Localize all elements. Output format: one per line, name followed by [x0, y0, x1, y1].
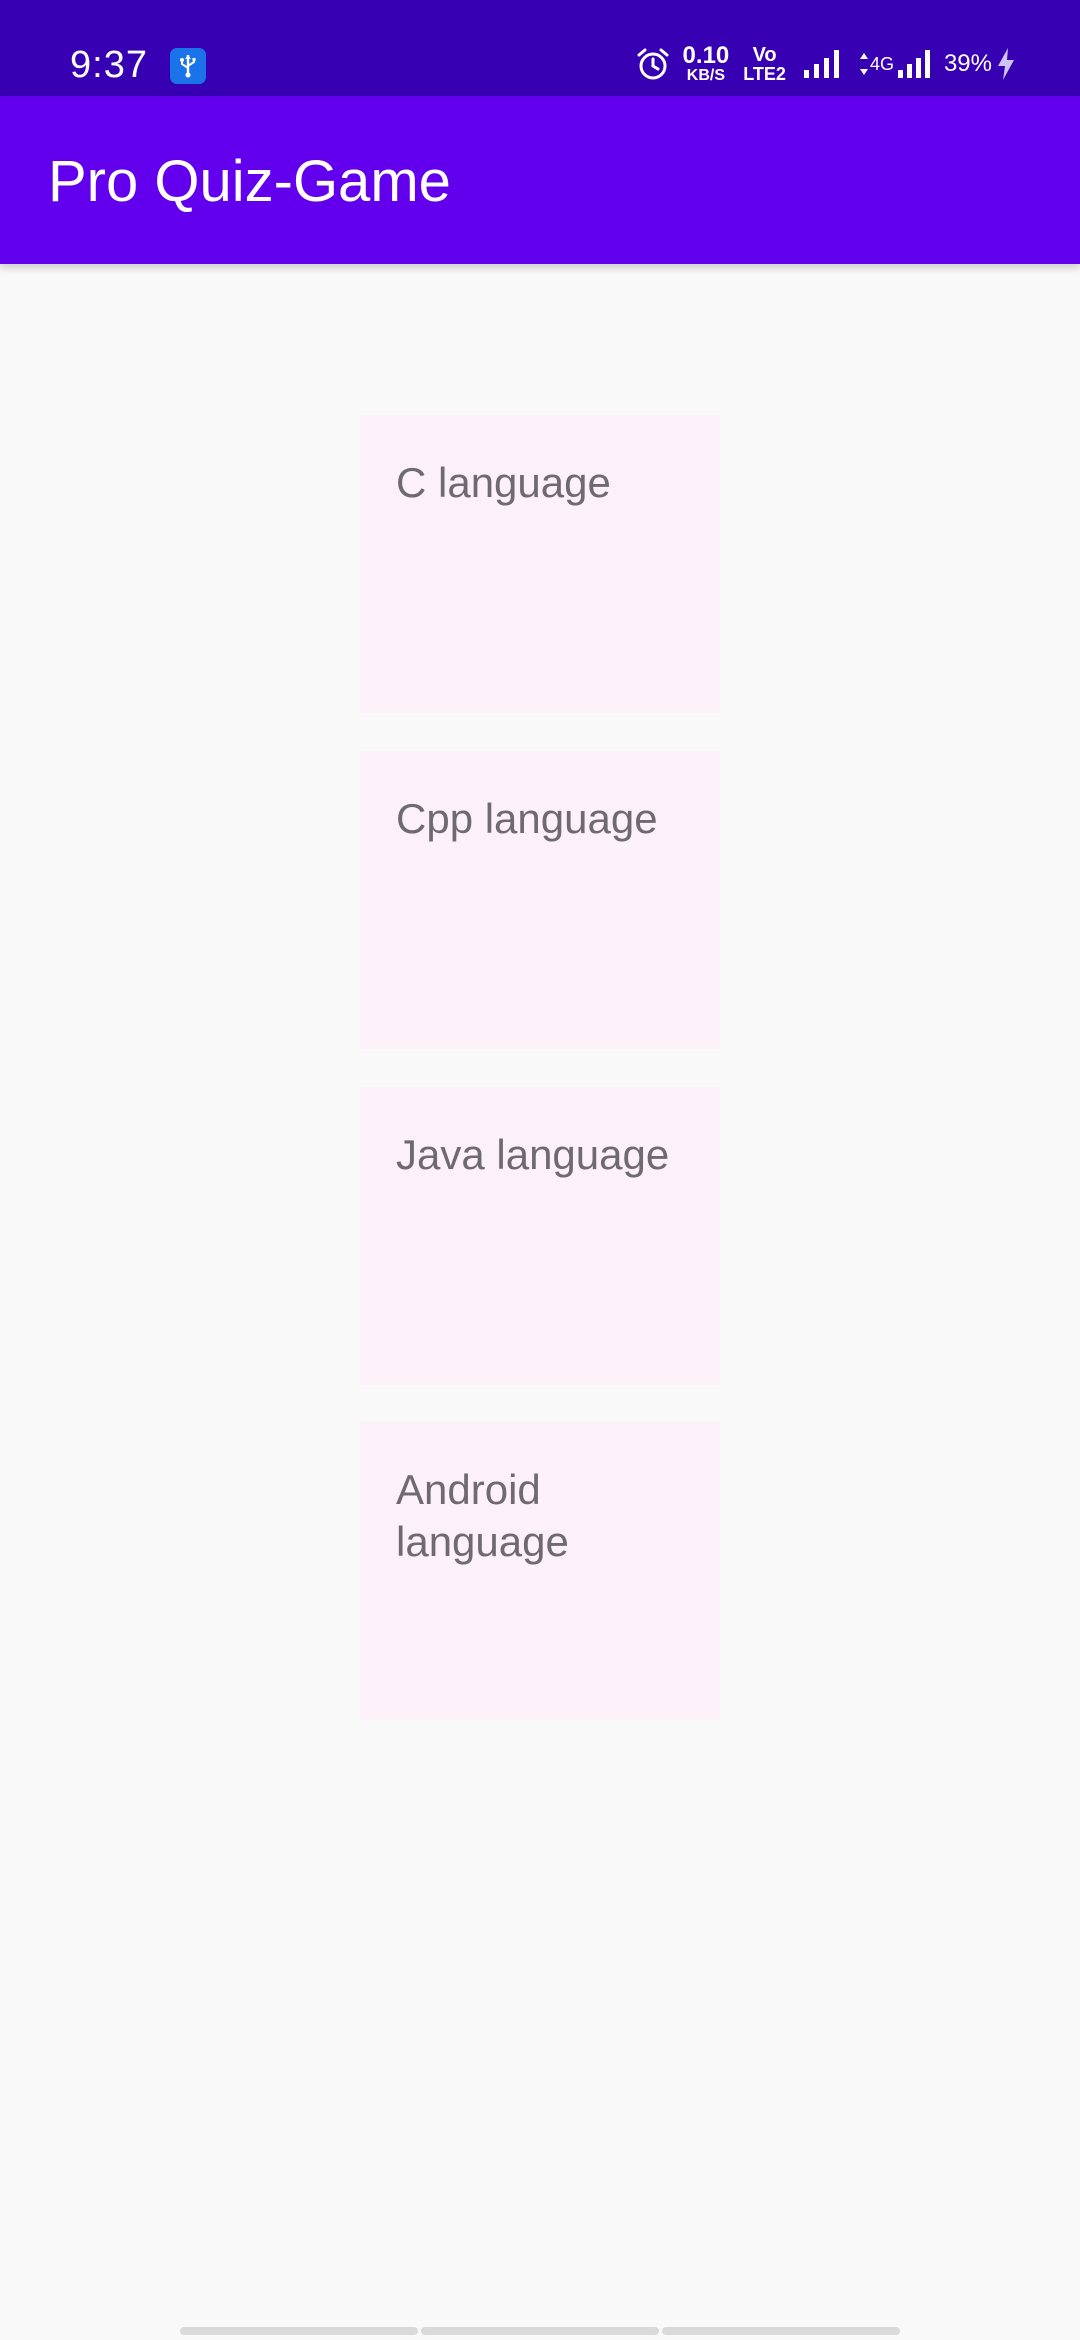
category-label: C language	[396, 459, 611, 506]
data-arrows-icon	[859, 53, 868, 75]
network-speed: 0.10 KB/S	[683, 44, 730, 84]
gesture-segment	[180, 2327, 418, 2335]
category-card-android[interactable]: Android language	[360, 1422, 720, 1720]
category-card-c[interactable]: C language	[360, 415, 720, 713]
battery-percent: 39%	[943, 50, 992, 77]
network-type-label: 4G	[869, 53, 894, 74]
network-speed-value: 0.10	[682, 42, 730, 69]
signal-strength-icon	[803, 50, 839, 78]
usb-icon	[170, 48, 206, 84]
status-bar: 9:37 0.10 KB/S Vo LTE2 4G 39%	[0, 0, 1080, 96]
bolt-icon	[998, 48, 1014, 80]
status-indicators: 0.10 KB/S Vo LTE2 4G 39%	[635, 40, 1016, 88]
gesture-segment	[421, 2327, 659, 2335]
volte-top-label: Vo	[752, 44, 777, 66]
category-label: Android language	[396, 1466, 569, 1565]
mobile-data-indicator: 4G	[858, 48, 932, 80]
app-bar: Pro Quiz-Game	[0, 96, 1080, 264]
category-label: Cpp language	[396, 795, 658, 842]
gesture-segment	[662, 2327, 900, 2335]
volte-indicator: Vo LTE2	[743, 45, 786, 83]
category-label: Java language	[396, 1131, 670, 1178]
category-card-java[interactable]: Java language	[360, 1087, 720, 1385]
volte-bottom-label: LTE2	[743, 64, 786, 84]
screen: 9:37 0.10 KB/S Vo LTE2 4G 39% Pro Quiz-G…	[0, 0, 1080, 2340]
network-speed-unit: KB/S	[686, 67, 726, 84]
status-time: 9:37	[70, 44, 148, 86]
alarm-icon	[637, 48, 669, 80]
gesture-navigation-bar[interactable]	[180, 2327, 900, 2335]
category-card-cpp[interactable]: Cpp language	[360, 751, 720, 1049]
signal-strength-icon-2	[897, 50, 930, 78]
app-title: Pro Quiz-Game	[48, 149, 451, 214]
